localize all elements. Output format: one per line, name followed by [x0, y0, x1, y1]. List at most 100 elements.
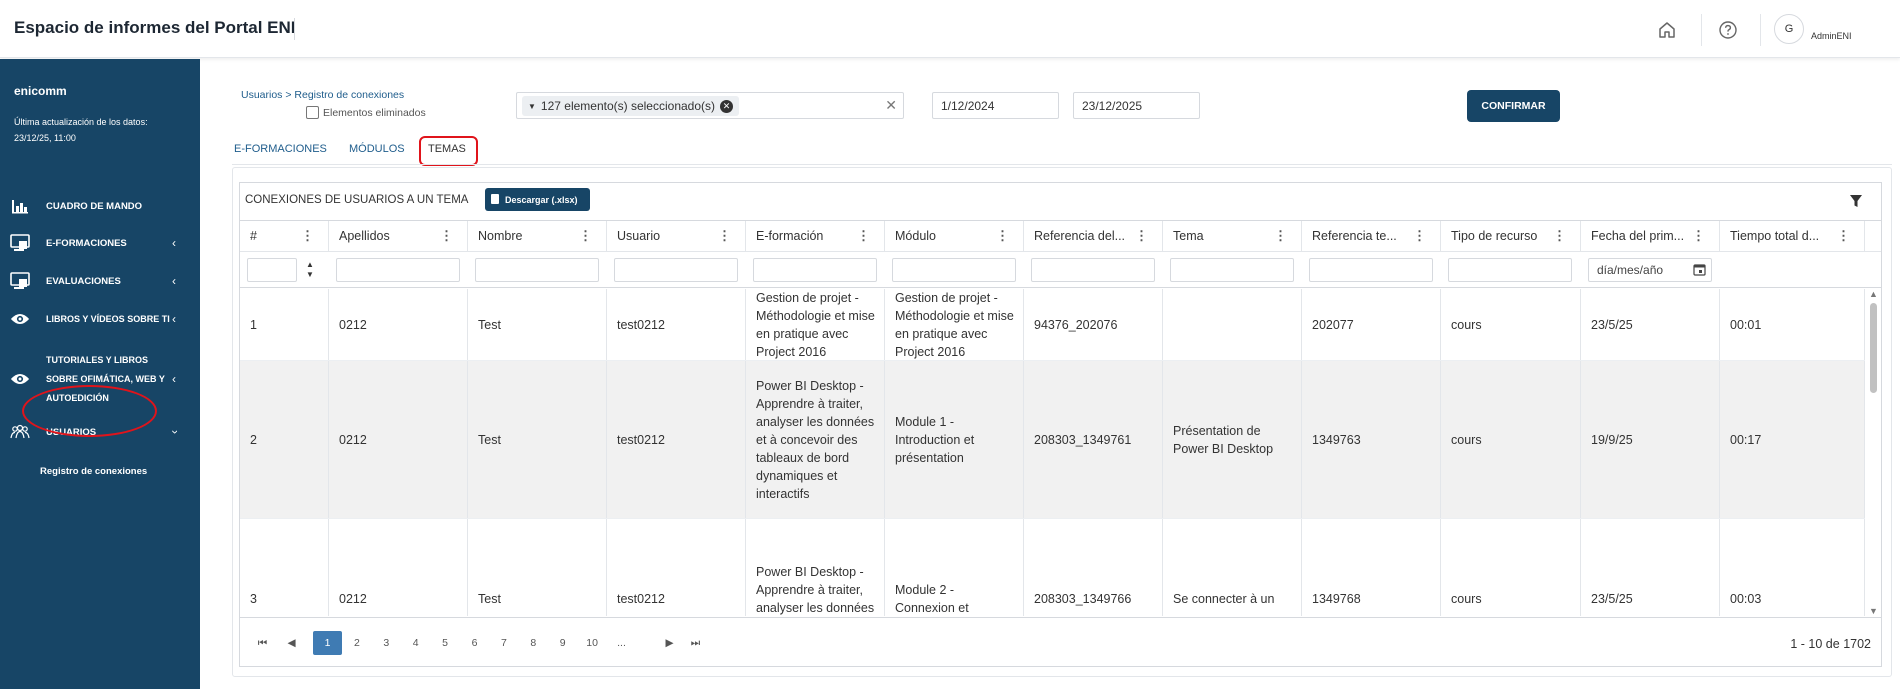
table-cell: 0212	[329, 289, 468, 360]
column-header[interactable]: Tiempo total d... ⋮	[1720, 221, 1865, 251]
selection-chip[interactable]: ▼ 127 elemento(s) seleccionado(s) ✕	[522, 96, 740, 116]
filter-apellidos-input[interactable]	[336, 258, 460, 282]
date-from-input[interactable]: 1/12/2024	[932, 92, 1059, 119]
sidebar-subitem-registro[interactable]: Registro de conexiones	[40, 466, 147, 477]
page-button[interactable]: 2	[342, 631, 371, 655]
table-cell: test0212	[607, 361, 746, 518]
username[interactable]: AdminENI	[1811, 31, 1852, 41]
page-button[interactable]: 8	[519, 631, 548, 655]
filter-usuario-input[interactable]	[614, 258, 738, 282]
filter-tema-input[interactable]	[1170, 258, 1294, 282]
column-menu-icon[interactable]: ⋮	[1553, 228, 1566, 244]
table-row[interactable]: 2 0212 Test test0212 Power BI Desktop - Appr…	[240, 361, 1865, 519]
table-cell: Gestion de projet - Méthodologie et mise…	[746, 289, 885, 360]
scroll-up-icon[interactable]: ▲	[1869, 289, 1878, 299]
page-button[interactable]: 4	[401, 631, 430, 655]
column-header[interactable]: Fecha del prim... ⋮	[1581, 221, 1720, 251]
column-header[interactable]: E-formación ⋮	[746, 221, 885, 251]
confirm-button[interactable]: CONFIRMAR	[1467, 90, 1560, 122]
caret-down-icon[interactable]: ▼	[528, 102, 536, 111]
table-cell: 23/5/25	[1581, 289, 1720, 360]
sidebar-item-eformaciones[interactable]: E-FORMACIONES ‹	[0, 233, 200, 253]
previous-page-icon[interactable]: ◀	[277, 631, 306, 655]
remove-chip-icon[interactable]: ✕	[720, 99, 734, 113]
filter-tipo-input[interactable]	[1448, 258, 1572, 282]
column-menu-icon[interactable]: ⋮	[996, 228, 1009, 244]
filter-number-input[interactable]	[247, 258, 297, 282]
avatar[interactable]: G	[1774, 14, 1804, 44]
table-cell: 00:01	[1720, 289, 1865, 360]
next-page-icon[interactable]: ▶	[655, 631, 684, 655]
table-row[interactable]: 3 0212 Test test0212 Power BI Desktop - Appr…	[240, 519, 1865, 616]
column-menu-icon[interactable]: ⋮	[579, 228, 592, 244]
page-button[interactable]: 3	[372, 631, 401, 655]
page-button[interactable]: 1	[313, 631, 342, 655]
column-menu-icon[interactable]: ⋮	[1274, 228, 1287, 244]
help-icon[interactable]	[1715, 17, 1741, 43]
sidebar-item-evaluaciones[interactable]: EVALUACIONES ‹	[0, 271, 200, 291]
column-menu-icon[interactable]: ⋮	[857, 228, 870, 244]
clear-icon[interactable]: ✕	[885, 97, 897, 114]
sidebar-item-dashboard[interactable]: CUADRO DE MANDO	[0, 196, 200, 216]
calendar-icon[interactable]	[1693, 263, 1706, 279]
filter-icon[interactable]	[1849, 194, 1863, 213]
date-to-input[interactable]: 23/12/2025	[1073, 92, 1200, 119]
page-button[interactable]: ...	[607, 631, 636, 655]
filter-modulo-input[interactable]	[892, 258, 1016, 282]
page-button[interactable]: 9	[548, 631, 577, 655]
filter-eformacion-input[interactable]	[753, 258, 877, 282]
column-header[interactable]: Tema ⋮	[1163, 221, 1302, 251]
column-menu-icon[interactable]: ⋮	[440, 228, 453, 244]
tab-eformaciones[interactable]: E-FORMACIONES	[234, 143, 327, 155]
sidebar-item-label: CUADRO DE MANDO	[46, 200, 143, 212]
column-menu-icon[interactable]: ⋮	[1837, 228, 1850, 244]
scroll-down-icon[interactable]: ▼	[1869, 606, 1878, 616]
filter-nombre-input[interactable]	[475, 258, 599, 282]
filter-referencia-input[interactable]	[1031, 258, 1155, 282]
vertical-scrollbar[interactable]: ▲ ▼	[1866, 289, 1881, 616]
table-cell: 94376_202076	[1024, 289, 1163, 360]
download-xlsx-button[interactable]: Descargar (.xlsx)	[485, 188, 590, 211]
filter-row: ▲ ▼ día/mes/año	[240, 251, 1881, 288]
home-icon[interactable]	[1654, 17, 1680, 43]
last-page-icon[interactable]: ⏭	[681, 631, 710, 655]
users-multiselect[interactable]: ▼ 127 elemento(s) seleccionado(s) ✕ ✕	[516, 92, 904, 119]
column-header[interactable]: Nombre ⋮	[468, 221, 607, 251]
column-header[interactable]: Usuario ⋮	[607, 221, 746, 251]
column-header-label: Nombre	[478, 229, 523, 243]
sidebar-item-libros-videos[interactable]: LIBROS Y VÍDEOS SOBRE TI ‹	[0, 309, 200, 329]
checkbox-box[interactable]	[306, 106, 319, 119]
first-page-icon[interactable]: ⏮	[248, 631, 277, 655]
column-header-label: Tema	[1173, 229, 1204, 243]
column-header[interactable]: # ⋮	[240, 221, 329, 251]
table-cell: Gestion de projet - Méthodologie et mise…	[885, 289, 1024, 360]
table-cell: Module 1 - Introduction et présentation	[885, 361, 1024, 518]
column-menu-icon[interactable]: ⋮	[1413, 228, 1426, 244]
filter-referencia-tema-input[interactable]	[1309, 258, 1433, 282]
column-header[interactable]: Tipo de recurso ⋮	[1441, 221, 1581, 251]
scrollbar-thumb[interactable]	[1870, 303, 1877, 393]
column-header[interactable]: Referencia del... ⋮	[1024, 221, 1163, 251]
tab-modulos[interactable]: MÓDULOS	[349, 143, 405, 155]
table-row[interactable]: 1 0212 Test test0212 Gestion de projet - Mét…	[240, 289, 1865, 361]
page-button[interactable]: 10	[578, 631, 607, 655]
column-menu-icon[interactable]: ⋮	[1692, 228, 1705, 244]
column-menu-icon[interactable]: ⋮	[718, 228, 731, 244]
column-header[interactable]: Apellidos ⋮	[329, 221, 468, 251]
column-menu-icon[interactable]: ⋮	[301, 228, 314, 244]
top-divider	[1701, 14, 1702, 46]
column-header-label: Referencia del...	[1034, 229, 1126, 243]
chevron-left-icon: ‹	[172, 372, 176, 386]
column-header[interactable]: Módulo ⋮	[885, 221, 1024, 251]
deleted-elements-checkbox[interactable]: Elementos eliminados	[306, 106, 426, 119]
table-cell: 1	[240, 289, 329, 360]
page-button[interactable]: 7	[489, 631, 518, 655]
column-header[interactable]: Referencia te... ⋮	[1302, 221, 1441, 251]
column-menu-icon[interactable]: ⋮	[1135, 228, 1148, 244]
column-header-label: #	[250, 229, 257, 243]
breadcrumb[interactable]: Usuarios > Registro de conexiones	[241, 89, 404, 101]
number-stepper-icon[interactable]: ▲ ▼	[306, 260, 314, 280]
page-button[interactable]: 6	[460, 631, 489, 655]
filter-date-input[interactable]: día/mes/año	[1588, 258, 1712, 282]
page-button[interactable]: 5	[431, 631, 460, 655]
